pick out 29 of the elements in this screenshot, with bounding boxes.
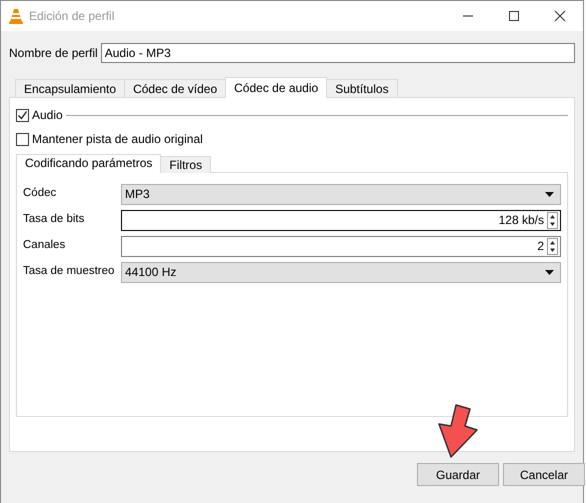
- checkbox-label: Mantener pista de audio original: [32, 131, 203, 148]
- checkbox[interactable]: [16, 108, 29, 122]
- spin-field[interactable]: 128 kb/s: [121, 210, 561, 230]
- spin-arrows-icon[interactable]: [547, 212, 558, 228]
- maximize-icon: [508, 10, 520, 22]
- profile-name-field[interactable]: Audio - MP3: [100, 43, 575, 63]
- tab[interactable]: Subtítulos: [326, 79, 398, 98]
- save-button[interactable]: Guardar: [417, 463, 499, 486]
- dropdown-arrow-icon: [545, 270, 554, 274]
- field-label: Códec: [23, 186, 58, 202]
- spin-arrows-icon[interactable]: [547, 238, 558, 254]
- spin-field[interactable]: 2: [121, 236, 561, 256]
- tab[interactable]: Codificando parámetros: [16, 154, 162, 173]
- cancel-button[interactable]: Cancelar: [503, 463, 585, 486]
- window-title: Edición de perfil: [29, 8, 116, 25]
- tab[interactable]: Encapsulamiento: [15, 79, 126, 98]
- dropdown[interactable]: 44100 Hz: [121, 262, 561, 282]
- field-label: Tasa de bits: [23, 212, 86, 228]
- tab[interactable]: Códec de audio: [225, 77, 328, 98]
- dropdown-arrow-icon: [545, 192, 554, 196]
- checkbox[interactable]: [16, 132, 29, 146]
- tab[interactable]: Filtros: [160, 156, 212, 173]
- close-icon: [554, 10, 566, 22]
- checkbox-label: Audio: [32, 107, 63, 124]
- field-label: Nombre de perfil: [9, 45, 98, 62]
- dropdown[interactable]: MP3: [121, 184, 561, 204]
- field-label: Canales: [23, 238, 66, 254]
- cone-icon: [9, 8, 23, 24]
- field-label: Tasa de muestreo: [23, 264, 116, 280]
